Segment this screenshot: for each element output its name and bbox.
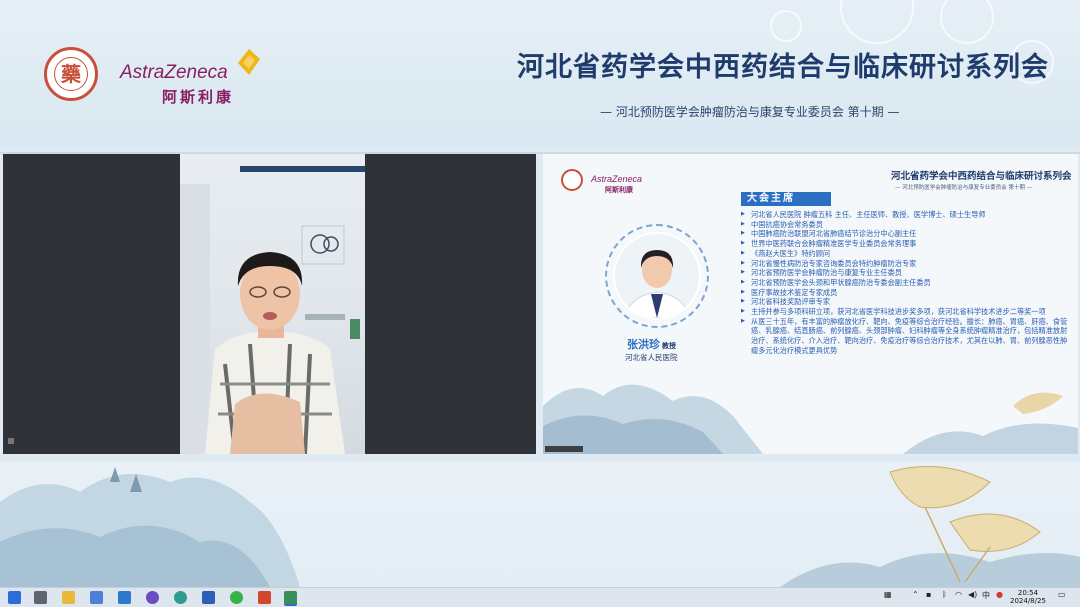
doctor-name-text: 张洪珍	[627, 338, 660, 351]
bio-item: 中国肺癌防治联盟河北省肺癌结节诊治分中心副主任	[741, 229, 1071, 239]
camera-feed	[180, 154, 365, 454]
word-icon[interactable]	[202, 591, 215, 604]
slide-mountain-decoration	[543, 384, 1078, 454]
doctor-name: 张洪珍 教授	[627, 336, 676, 352]
bio-list: 河北省人民医院 肿瘤五科 主任、主任医师、教授、医学博士、硕士生导师 中国抗癌协…	[741, 210, 1071, 356]
store-icon[interactable]	[90, 591, 103, 604]
astrazeneca-logo-text: AstraZeneca	[120, 62, 228, 83]
molecule-decoration	[940, 0, 994, 44]
molecule-decoration	[840, 0, 914, 44]
astrazeneca-logo-icon	[238, 49, 260, 75]
bio-item: 河北省人民医院 肿瘤五科 主任、主任医师、教授、医学博士、硕士生导师	[741, 210, 1071, 220]
clock-date: 2024/8/25	[1010, 597, 1046, 605]
powerpoint-icon[interactable]	[258, 591, 271, 604]
doctor-hospital: 河北省人民医院	[625, 353, 678, 362]
mail-icon[interactable]	[118, 591, 131, 604]
background-decoration	[0, 462, 1080, 587]
bio-item: 世界中医药联合会肿瘤精准医学专业委员会常务理事	[741, 239, 1071, 249]
page-title: 河北省药学会中西药结合与临床研讨系列会	[517, 52, 1049, 83]
meeting-app-icon[interactable]	[284, 591, 297, 606]
header-banner: 藥 AstraZeneca 阿斯利康 河北省药学会中西药结合与临床研讨系列会 —…	[0, 0, 1080, 148]
file-explorer-icon[interactable]	[62, 591, 75, 604]
slide-footer-bar	[545, 446, 583, 452]
chevron-up-icon[interactable]: ⌃	[912, 590, 919, 599]
bio-item: 河北省慢性病防治专家咨询委员会特约肿瘤防治专家	[741, 259, 1071, 269]
notification-icon[interactable]: ▭	[1058, 590, 1066, 599]
pharmacy-society-logo: 藥	[44, 47, 98, 101]
language-indicator[interactable]: 中	[982, 590, 990, 601]
astrazeneca-logo-zh: 阿斯利康	[162, 88, 235, 106]
windows-start-icon[interactable]	[8, 591, 21, 604]
slide-astrazeneca-text: AstraZeneca	[591, 174, 643, 184]
doctor-portrait	[613, 232, 701, 320]
speaker-video-tile[interactable]	[3, 154, 536, 454]
bio-item: 从医三十五年，有丰富的肿瘤放化疗、靶向、免疫等综合治疗经验。擅长：肺癌、胃癌、肝…	[741, 317, 1071, 356]
ime-icon[interactable]: ●	[996, 590, 1003, 599]
clock-time: 20:54	[1017, 589, 1039, 597]
bio-item: 医疗事故技术鉴定专家成员	[741, 288, 1071, 298]
edge-icon[interactable]	[174, 591, 187, 604]
windows-taskbar: ▦ ⌃ ▪ ᛒ ◠ ◀) 中 ● 20:54 2024/8/25 ▭	[0, 587, 1080, 607]
landscape-decoration	[0, 465, 1080, 587]
slide-astrazeneca-zh: 阿斯利康	[605, 186, 633, 194]
page-subtitle: — 河北预防医学会肿瘤防治与康复专业委员会 第十期 —	[600, 105, 900, 119]
slide-society-logo	[561, 169, 583, 191]
speaker-camera-image	[180, 166, 365, 454]
bluetooth-icon[interactable]: ᛒ	[942, 590, 947, 599]
section-tag: 大会主席	[741, 192, 831, 206]
bio-item: 河北省预防医学会肿瘤防治与康复专业主任委员	[741, 268, 1071, 278]
media-icon[interactable]	[146, 591, 159, 604]
tray-apps-icon[interactable]: ▪	[926, 590, 931, 599]
pharmacy-seal-char: 藥	[54, 57, 88, 91]
wechat-icon[interactable]	[230, 591, 243, 604]
doctor-portrait-image	[615, 234, 699, 318]
task-view-icon[interactable]	[34, 591, 47, 604]
volume-icon[interactable]: ◀)	[968, 590, 977, 599]
shared-slide[interactable]: AstraZeneca 阿斯利康 河北省药学会中西药结合与临床研讨系列会 — 河…	[543, 154, 1078, 454]
keyboard-icon[interactable]: ▦	[884, 590, 892, 599]
slide-subtitle: — 河北预防医学会肿瘤防治与康复专业委员会 第十期 —	[895, 185, 1033, 191]
wifi-icon[interactable]: ◠	[955, 590, 962, 599]
bio-item: 主持并参与多项科研立项，获河北省医学科技进步奖多项，获河北省科学技术进步二等奖一…	[741, 307, 1071, 317]
bio-item: 河北省科技奖励评审专家	[741, 297, 1071, 307]
slide-title: 河北省药学会中西药结合与临床研讨系列会	[891, 171, 1072, 182]
bio-item: 中国抗癌协会常务委员	[741, 220, 1071, 230]
video-indicator-icon	[8, 438, 14, 444]
doctor-title: 教授	[662, 342, 676, 350]
bio-item: 河北省预防医学会头颈和甲状腺癌防治专委会副主任委员	[741, 278, 1071, 288]
system-clock[interactable]: 20:54 2024/8/25	[1010, 589, 1046, 605]
molecule-decoration	[770, 10, 802, 42]
bio-item: 《燕赵大医生》特约顾问	[741, 249, 1071, 259]
